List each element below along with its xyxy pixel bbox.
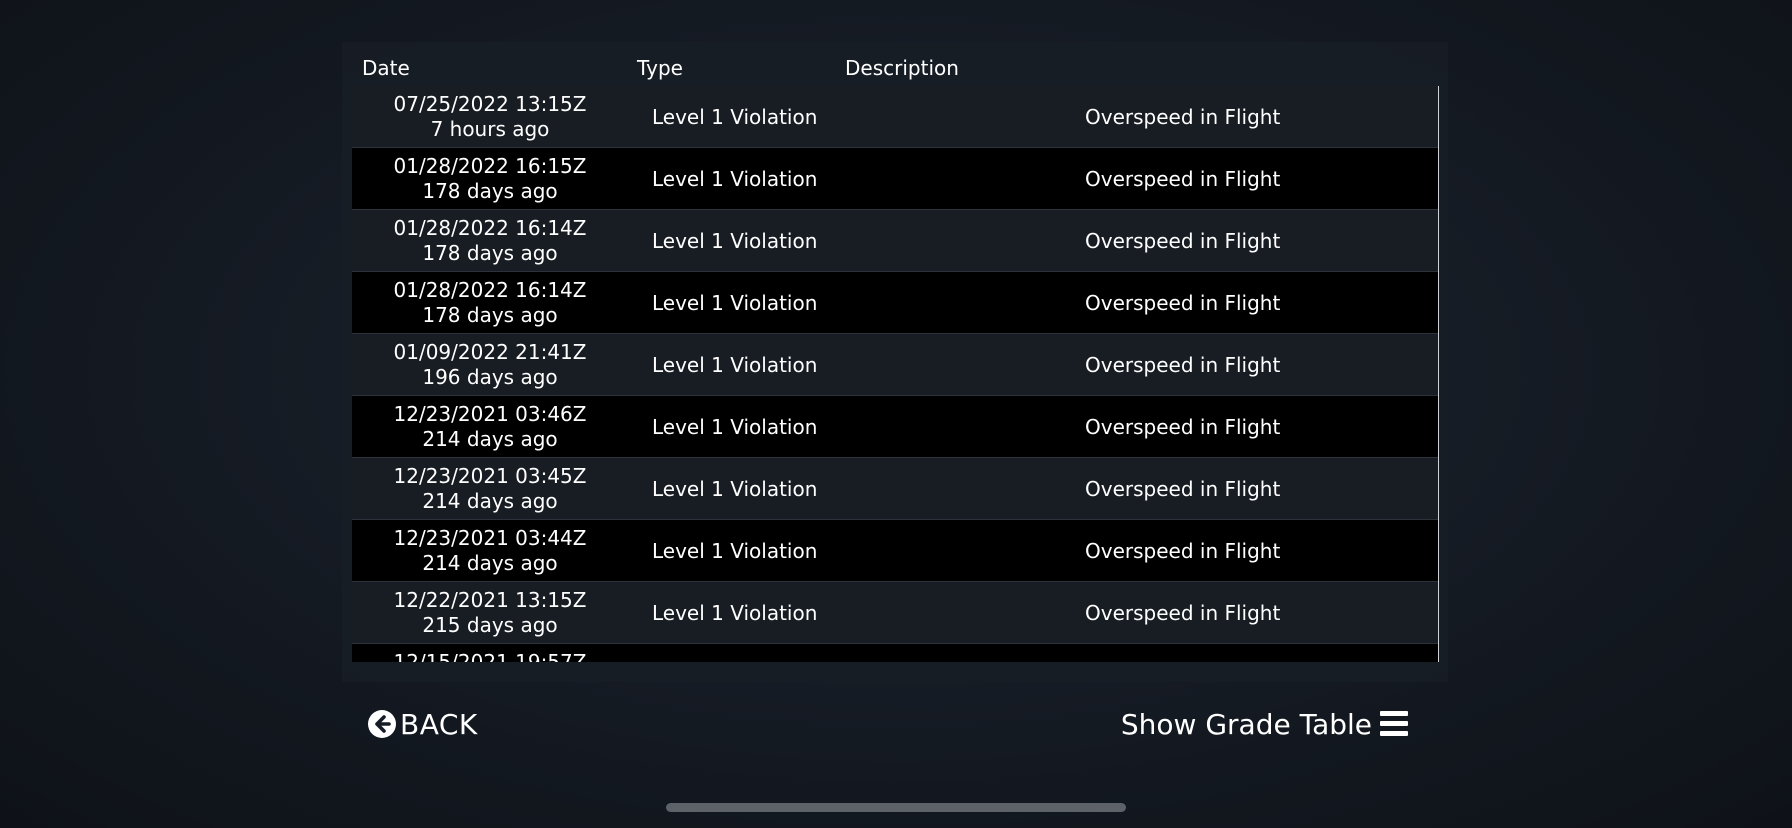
table-row[interactable]: 01/28/2022 16:14Z 178 days ago Level 1 Vio… <box>352 210 1438 272</box>
table-row[interactable]: 01/09/2022 21:41Z 196 days ago Level 1 Vio… <box>352 334 1438 396</box>
row-relative-time: 196 days ago <box>422 365 558 389</box>
row-relative-time: 215 days ago <box>422 613 558 637</box>
row-date-cell: 07/25/2022 13:15Z 7 hours ago <box>352 92 628 142</box>
row-date: 12/15/2021 19:57Z <box>393 650 587 662</box>
row-date-cell: 12/23/2021 03:45Z 214 days ago <box>352 464 628 514</box>
row-type: Level 1 Violation <box>652 167 818 191</box>
row-relative-time: 178 days ago <box>422 303 558 327</box>
row-description: Overspeed in Flight <box>1085 291 1281 315</box>
row-date: 01/28/2022 16:15Z <box>393 154 587 178</box>
back-button[interactable]: BACK <box>368 706 478 742</box>
table-row[interactable]: 12/23/2021 03:45Z 214 days ago Level 1 Vio… <box>352 458 1438 520</box>
show-grade-table-label: Show Grade Table <box>1120 707 1372 741</box>
row-relative-time: 214 days ago <box>422 489 558 513</box>
row-type: Level 1 Violation <box>652 291 818 315</box>
row-date: 07/25/2022 13:15Z <box>393 92 587 116</box>
header-description[interactable]: Description <box>845 56 959 80</box>
row-date-cell: 01/09/2022 21:41Z 196 days ago <box>352 340 628 390</box>
row-date-cell: 12/23/2021 03:46Z 214 days ago <box>352 402 628 452</box>
row-date-cell: 01/28/2022 16:14Z 178 days ago <box>352 216 628 266</box>
row-description: Overspeed in Flight <box>1085 167 1281 191</box>
row-date: 12/23/2021 03:46Z <box>393 402 587 426</box>
row-type: Level 1 Violation <box>652 353 818 377</box>
row-date: 12/23/2021 03:44Z <box>393 526 587 550</box>
row-type: Level 1 Violation <box>652 539 818 563</box>
row-type: Level 1 Violation <box>652 415 818 439</box>
header-date[interactable]: Date <box>362 56 410 80</box>
hamburger-menu-icon <box>1380 711 1408 737</box>
table-row[interactable]: 12/23/2021 03:44Z 214 days ago Level 1 Vio… <box>352 520 1438 582</box>
table-header: Date Type Description <box>352 56 1428 84</box>
row-relative-time: 7 hours ago <box>430 117 550 141</box>
row-type: Level 1 Violation <box>652 601 818 625</box>
row-relative-time: 178 days ago <box>422 179 558 203</box>
row-date: 01/28/2022 16:14Z <box>393 278 587 302</box>
table-row[interactable]: 12/15/2021 19:57Z <box>352 644 1438 662</box>
table-row[interactable]: 12/23/2021 03:46Z 214 days ago Level 1 Vio… <box>352 396 1438 458</box>
row-description: Overspeed in Flight <box>1085 601 1281 625</box>
table-row[interactable]: 07/25/2022 13:15Z 7 hours ago Level 1 Viol… <box>352 86 1438 148</box>
row-date: 01/09/2022 21:41Z <box>393 340 587 364</box>
row-description: Overspeed in Flight <box>1085 415 1281 439</box>
violations-list[interactable]: 07/25/2022 13:15Z 7 hours ago Level 1 Viol… <box>352 86 1439 662</box>
row-relative-time: 214 days ago <box>422 551 558 575</box>
row-description: Overspeed in Flight <box>1085 353 1281 377</box>
row-date-cell: 12/23/2021 03:44Z 214 days ago <box>352 526 628 576</box>
home-indicator[interactable] <box>666 803 1126 812</box>
row-date-cell: 12/15/2021 19:57Z <box>352 650 628 662</box>
row-type: Level 1 Violation <box>652 105 818 129</box>
row-description: Overspeed in Flight <box>1085 229 1281 253</box>
arrow-circle-left-icon <box>368 710 396 738</box>
violations-panel: Date Type Description 07/25/2022 13:15Z 7… <box>342 42 1448 682</box>
header-type[interactable]: Type <box>637 56 683 80</box>
table-row[interactable]: 01/28/2022 16:14Z 178 days ago Level 1 Vio… <box>352 272 1438 334</box>
back-label: BACK <box>400 707 478 741</box>
table-row[interactable]: 01/28/2022 16:15Z 178 days ago Level 1 Vio… <box>352 148 1438 210</box>
row-date-cell: 01/28/2022 16:15Z 178 days ago <box>352 154 628 204</box>
row-relative-time: 214 days ago <box>422 427 558 451</box>
row-description: Overspeed in Flight <box>1085 539 1281 563</box>
table-row[interactable]: 12/22/2021 13:15Z 215 days ago Level 1 Vio… <box>352 582 1438 644</box>
show-grade-table-button[interactable]: Show Grade Table <box>1121 706 1408 742</box>
row-relative-time: 178 days ago <box>422 241 558 265</box>
row-type: Level 1 Violation <box>652 229 818 253</box>
row-type: Level 1 Violation <box>652 477 818 501</box>
row-description: Overspeed in Flight <box>1085 477 1281 501</box>
row-description: Overspeed in Flight <box>1085 105 1281 129</box>
row-date: 12/22/2021 13:15Z <box>393 588 587 612</box>
row-date: 01/28/2022 16:14Z <box>393 216 587 240</box>
row-date-cell: 12/22/2021 13:15Z 215 days ago <box>352 588 628 638</box>
row-date: 12/23/2021 03:45Z <box>393 464 587 488</box>
row-date-cell: 01/28/2022 16:14Z 178 days ago <box>352 278 628 328</box>
